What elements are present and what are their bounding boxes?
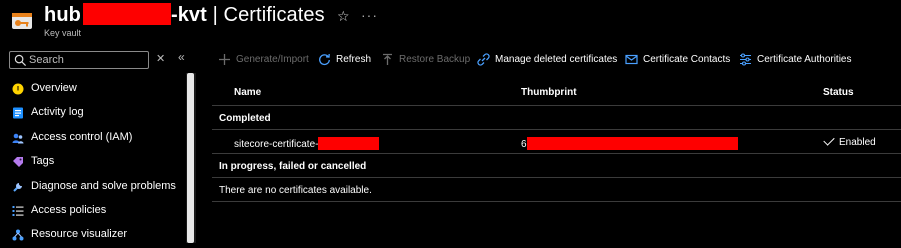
sidebar-item-label: Diagnose and solve problems bbox=[31, 179, 176, 192]
clear-search-icon[interactable]: ✕ bbox=[156, 52, 165, 65]
collapse-menu-icon[interactable]: « bbox=[178, 50, 185, 64]
sidebar-item-resource-visualizer[interactable]: Resource visualizer bbox=[0, 223, 190, 247]
manage-deleted-label: Manage deleted certificates bbox=[495, 54, 618, 65]
access-policies-icon bbox=[12, 205, 24, 216]
sidebar-item-tags[interactable]: Tags bbox=[0, 150, 190, 174]
redacted-certificate-name bbox=[318, 137, 380, 150]
sidebar-item-label: Tags bbox=[31, 155, 55, 168]
certificate-name-prefix: sitecore-certificate- bbox=[234, 139, 319, 150]
activity-log-icon bbox=[13, 107, 23, 119]
generate-import-label: Generate/Import bbox=[236, 54, 309, 65]
iam-icon bbox=[12, 133, 24, 144]
resource-menu-list: Overview Activity log Access control (IA… bbox=[0, 77, 190, 248]
status-badge: Enabled bbox=[823, 134, 876, 148]
group-header-in-progress: In progress, failed or cancelled bbox=[212, 154, 901, 178]
tag-icon bbox=[13, 157, 23, 168]
scrollbar-thumb[interactable] bbox=[187, 73, 194, 243]
column-header-status[interactable]: Status bbox=[823, 87, 854, 98]
certificates-table: Name Thumbprint Status Completed sitecor… bbox=[212, 80, 901, 202]
sidebar-item-diagnose[interactable]: Diagnose and solve problems bbox=[0, 175, 190, 199]
command-bar: Generate/Import Refresh Restore Backup M… bbox=[200, 50, 901, 72]
resource-type-subtitle: Key vault bbox=[44, 28, 82, 38]
mail-icon bbox=[625, 54, 638, 65]
certificate-name-link[interactable]: sitecore-certificate- bbox=[234, 137, 380, 150]
sidebar-item-label: Resource visualizer bbox=[31, 228, 127, 241]
more-options-icon[interactable]: ··· bbox=[361, 7, 378, 23]
sidebar-item-label: Overview bbox=[31, 82, 77, 94]
sidebar-item-access-control[interactable]: Access control (IAM) bbox=[0, 126, 190, 150]
title-suffix: -kvt bbox=[170, 4, 207, 26]
column-header-thumbprint[interactable]: Thumbprint bbox=[521, 87, 577, 98]
group-label: Completed bbox=[219, 113, 271, 124]
thumbprint-cell: 6 bbox=[521, 137, 738, 150]
status-label: Enabled bbox=[839, 137, 876, 148]
search-icon bbox=[14, 54, 27, 67]
favorite-star-icon[interactable]: ☆ bbox=[337, 8, 350, 25]
restore-backup-label: Restore Backup bbox=[399, 54, 471, 65]
sidebar-item-label: Access policies bbox=[31, 203, 107, 216]
sidebar-scrollbar[interactable] bbox=[186, 73, 196, 243]
table-row[interactable]: sitecore-certificate- 6 Enabled bbox=[212, 130, 901, 154]
sidebar-item-overview[interactable]: Overview bbox=[0, 77, 190, 101]
refresh-label: Refresh bbox=[336, 54, 372, 65]
settings-sliders-icon bbox=[740, 53, 751, 66]
group-header-completed: Completed bbox=[212, 106, 901, 130]
diagnose-icon bbox=[13, 182, 22, 192]
blade-header: hub -kvt | Certificates ☆ ··· Key vault bbox=[0, 0, 901, 44]
table-header-row: Name Thumbprint Status bbox=[212, 80, 901, 106]
sidebar-item-access-policies[interactable]: Access policies bbox=[0, 199, 190, 223]
search-input[interactable]: Search bbox=[9, 51, 149, 69]
redacted-thumbprint bbox=[526, 137, 738, 150]
check-icon bbox=[823, 134, 835, 146]
certificate-contacts-label: Certificate Contacts bbox=[643, 54, 731, 65]
resource-menu: Search ✕ « Overview Activity log Access … bbox=[0, 44, 198, 243]
page-title: hub -kvt | Certificates bbox=[44, 3, 325, 27]
title-blade-name: Certificates bbox=[223, 4, 325, 26]
plus-icon bbox=[219, 54, 230, 65]
certificate-authorities-label: Certificate Authorities bbox=[757, 54, 852, 65]
empty-state-row: There are no certificates available. bbox=[212, 178, 901, 202]
redacted-vault-name bbox=[82, 3, 171, 25]
column-header-name[interactable]: Name bbox=[234, 87, 261, 98]
title-separator: | bbox=[206, 4, 224, 26]
sidebar-item-label: Access control (IAM) bbox=[31, 130, 133, 143]
search-placeholder: Search bbox=[29, 54, 64, 66]
overview-icon bbox=[12, 83, 24, 95]
refresh-icon bbox=[319, 53, 330, 66]
upload-icon bbox=[383, 53, 392, 65]
resource-visualizer-icon bbox=[12, 229, 24, 241]
sidebar-item-activity-log[interactable]: Activity log bbox=[0, 101, 190, 125]
sidebar-item-label: Activity log bbox=[31, 106, 84, 119]
key-vault-icon bbox=[12, 13, 32, 29]
link-icon bbox=[477, 53, 490, 66]
title-prefix: hub bbox=[44, 4, 81, 26]
empty-state-message: There are no certificates available. bbox=[219, 185, 372, 196]
certificates-content: Generate/Import Refresh Restore Backup M… bbox=[200, 44, 901, 243]
group-label: In progress, failed or cancelled bbox=[219, 161, 367, 172]
